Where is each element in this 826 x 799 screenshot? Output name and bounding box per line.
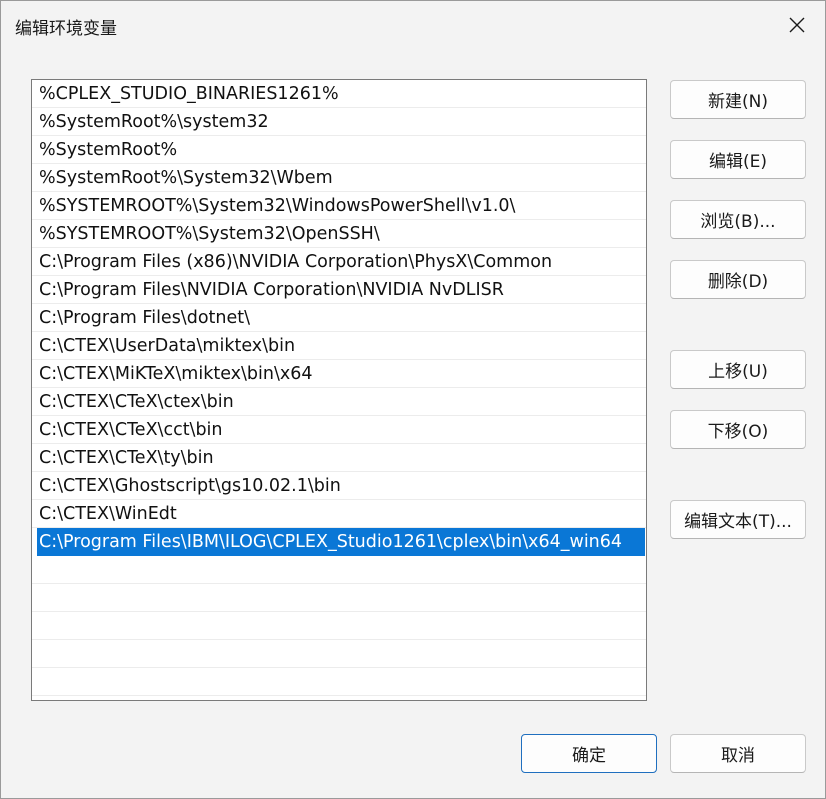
list-item[interactable]: %SystemRoot% (32, 136, 646, 164)
list-item[interactable]: C:\CTEX\CTeX\cct\bin (32, 416, 646, 444)
list-item-empty[interactable] (32, 612, 646, 640)
close-button[interactable] (775, 5, 819, 45)
path-list[interactable]: %CPLEX_STUDIO_BINARIES1261% %SystemRoot%\… (31, 79, 647, 701)
browse-button[interactable]: 浏览(B)... (670, 200, 806, 239)
move-down-button[interactable]: 下移(O) (670, 410, 806, 449)
list-item[interactable]: %SystemRoot%\System32\Wbem (32, 164, 646, 192)
list-item[interactable]: C:\CTEX\MiKTeX\miktex\bin\x64 (32, 360, 646, 388)
list-item[interactable]: C:\Program Files\NVIDIA Corporation\NVID… (32, 276, 646, 304)
title-bar: 编辑环境变量 (1, 1, 825, 49)
delete-button[interactable]: 删除(D) (670, 260, 806, 299)
list-item[interactable]: %SYSTEMROOT%\System32\WindowsPowerShell\… (32, 192, 646, 220)
list-item[interactable]: %SystemRoot%\system32 (32, 108, 646, 136)
list-item-empty[interactable] (32, 556, 646, 584)
edit-text-button[interactable]: 编辑文本(T)... (670, 500, 806, 539)
list-item[interactable]: C:\Program Files (x86)\NVIDIA Corporatio… (32, 248, 646, 276)
edit-button[interactable]: 编辑(E) (670, 140, 806, 179)
list-item[interactable]: C:\CTEX\UserData\miktex\bin (32, 332, 646, 360)
list-item[interactable]: C:\CTEX\Ghostscript\gs10.02.1\bin (32, 472, 646, 500)
ok-button[interactable]: 确定 (521, 734, 657, 773)
new-button[interactable]: 新建(N) (670, 80, 806, 119)
list-item[interactable]: C:\Program Files\dotnet\ (32, 304, 646, 332)
list-item[interactable]: C:\CTEX\CTeX\ctex\bin (32, 388, 646, 416)
list-item-empty[interactable] (32, 584, 646, 612)
list-item[interactable]: C:\CTEX\CTeX\ty\bin (32, 444, 646, 472)
close-icon (789, 17, 805, 33)
edit-env-variable-dialog: 编辑环境变量 %CPLEX_STUDIO_BINARIES1261% %Syste… (0, 0, 826, 799)
list-item[interactable]: C:\CTEX\WinEdt (32, 500, 646, 528)
list-item[interactable]: %SYSTEMROOT%\System32\OpenSSH\ (32, 220, 646, 248)
list-item[interactable]: %CPLEX_STUDIO_BINARIES1261% (32, 80, 646, 108)
cancel-button[interactable]: 取消 (670, 734, 806, 773)
dialog-title: 编辑环境变量 (15, 19, 117, 39)
list-item-empty[interactable] (32, 668, 646, 696)
move-up-button[interactable]: 上移(U) (670, 350, 806, 389)
list-item-empty[interactable] (32, 640, 646, 668)
list-item-selected[interactable]: C:\Program Files\IBM\ILOG\CPLEX_Studio12… (37, 528, 645, 556)
